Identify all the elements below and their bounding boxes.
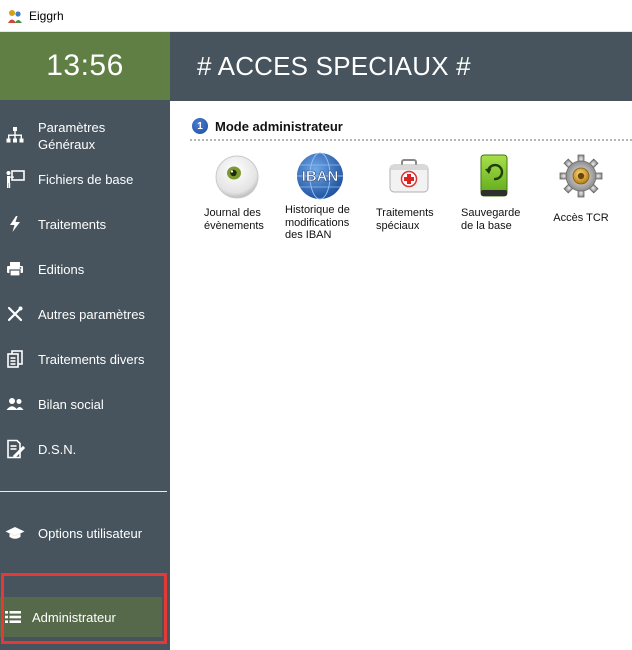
tile-label: Sauvegarde de la base bbox=[461, 207, 521, 232]
window-title: Eiggrh bbox=[29, 8, 64, 23]
gear-icon bbox=[555, 150, 607, 202]
sidebar-item-traitements-divers[interactable]: Traitements divers bbox=[0, 339, 170, 379]
printer-icon bbox=[5, 259, 25, 279]
users-icon bbox=[5, 394, 25, 414]
clock: 13:56 bbox=[0, 32, 170, 100]
section-separator bbox=[190, 139, 632, 141]
tile-sauvegarde-base[interactable]: Sauvegarde de la base bbox=[454, 150, 534, 250]
tile-traitements-speciaux[interactable]: Traitements spéciaux bbox=[369, 150, 449, 250]
graduation-cap-icon bbox=[5, 523, 25, 543]
tile-label: Accès TCR bbox=[553, 212, 609, 224]
sidebar-item-label: Editions bbox=[38, 261, 85, 277]
tile-label: Traitements spéciaux bbox=[376, 207, 434, 232]
list-icon bbox=[4, 608, 22, 626]
sidebar-divider bbox=[0, 491, 167, 492]
sidebar-item-bilan-social[interactable]: Bilan social bbox=[0, 384, 170, 424]
tile-acces-tcr[interactable]: Accès TCR bbox=[541, 150, 621, 250]
sidebar-item-label: Administrateur bbox=[32, 609, 116, 625]
sidebar-item-label: Autres paramètres bbox=[38, 306, 145, 322]
lightning-icon bbox=[5, 214, 25, 234]
sidebar-item-parametres-generaux[interactable]: Paramètres Généraux bbox=[0, 116, 170, 156]
tile-journal-evenements[interactable]: Journal des évènements bbox=[197, 150, 277, 250]
tile-historique-iban[interactable]: IBAN Historique de modifications des IBA… bbox=[280, 150, 360, 250]
eye-icon bbox=[211, 150, 263, 202]
iban-globe-icon: IBAN bbox=[294, 150, 346, 202]
sidebar-item-editions[interactable]: Editions bbox=[0, 249, 170, 289]
sidebar: 13:56 Paramètres Généraux Fichiers de ba… bbox=[0, 32, 170, 650]
sidebar-item-autres-parametres[interactable]: Autres paramètres bbox=[0, 294, 170, 334]
tile-label: Historique de modifications des IBAN bbox=[285, 204, 350, 241]
section-header: 1 Mode administrateur bbox=[192, 117, 343, 135]
edit-document-icon bbox=[5, 439, 25, 459]
sidebar-item-options-utilisateur[interactable]: Options utilisateur bbox=[0, 513, 170, 553]
org-chart-icon bbox=[5, 126, 25, 146]
app-logo-icon bbox=[8, 9, 22, 23]
sidebar-item-dsn[interactable]: D.S.N. bbox=[0, 429, 170, 469]
sidebar-item-label: Options utilisateur bbox=[38, 525, 143, 541]
sidebar-item-label: Paramètres Généraux bbox=[38, 120, 106, 152]
presenter-board-icon bbox=[5, 169, 25, 189]
first-aid-kit-icon bbox=[383, 150, 435, 202]
documents-icon bbox=[5, 349, 25, 369]
window-titlebar: Eiggrh bbox=[0, 0, 632, 32]
sidebar-item-fichiers-de-base[interactable]: Fichiers de base bbox=[0, 159, 170, 199]
sidebar-item-administrateur[interactable]: Administrateur bbox=[0, 597, 162, 637]
sidebar-item-label: Traitements divers bbox=[38, 351, 145, 367]
section-number-badge: 1 bbox=[192, 118, 208, 134]
sidebar-item-label: Traitements bbox=[38, 216, 107, 232]
tile-label: Journal des évènements bbox=[204, 207, 264, 232]
section-title: Mode administrateur bbox=[215, 118, 343, 134]
page-title: # ACCES SPECIAUX # bbox=[197, 51, 471, 81]
backup-drive-icon bbox=[468, 150, 520, 202]
svg-text:IBAN: IBAN bbox=[302, 168, 339, 185]
sidebar-item-label: Fichiers de base bbox=[38, 171, 134, 187]
sidebar-item-label: Bilan social bbox=[38, 396, 104, 412]
sidebar-item-label: D.S.N. bbox=[38, 441, 77, 457]
tools-icon bbox=[5, 304, 25, 324]
main-header: # ACCES SPECIAUX # bbox=[170, 32, 632, 101]
sidebar-item-traitements[interactable]: Traitements bbox=[0, 204, 170, 244]
